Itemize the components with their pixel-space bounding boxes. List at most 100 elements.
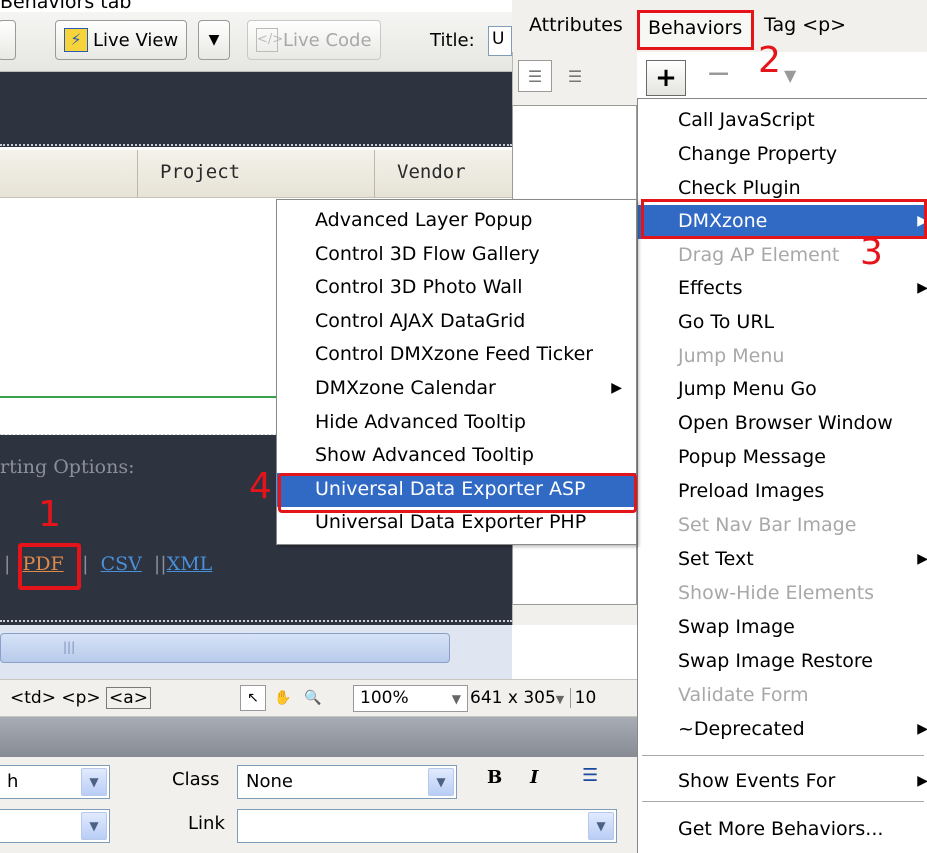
id-select[interactable]: ▼ (0, 809, 110, 843)
submenu-item[interactable]: Control AJAX DataGrid (277, 305, 636, 339)
menu-item-label: Get More Behaviors... (678, 818, 884, 840)
menu-item-label: Effects (678, 277, 743, 299)
lightning-icon: ⚡ (64, 28, 88, 52)
annotation-box-dmxzone (641, 199, 927, 239)
export-options-label: rting Options: (0, 456, 135, 478)
menu-item[interactable]: Call JavaScript (638, 104, 927, 138)
bold-button[interactable]: B (487, 767, 502, 788)
menu-item[interactable]: Go To URL (638, 306, 927, 340)
submenu-item-label: Hide Advanced Tooltip (315, 410, 526, 433)
zoom-value: 100% (360, 688, 409, 708)
menu-separator (642, 755, 924, 756)
code-view-button[interactable] (0, 20, 16, 60)
menu-item[interactable]: Show Events For ▶ (638, 765, 927, 799)
menu-item[interactable]: Open Browser Window (638, 407, 927, 441)
code-icon: </> (256, 28, 283, 52)
tab-attributes[interactable]: Attributes (529, 14, 623, 36)
show-all-events-icon[interactable]: ☰ (558, 60, 592, 92)
window-size-select[interactable]: 641 x 305▼ 10 (470, 688, 597, 708)
menu-item-label: Swap Image Restore (678, 650, 873, 672)
menu-item-label: Drag AP Element (678, 244, 840, 266)
live-view-dropdown-button[interactable]: ▼ (198, 20, 230, 60)
column-divider (137, 150, 138, 198)
submenu-item[interactable]: Show Advanced Tooltip (277, 439, 636, 473)
submenu-item-label: Show Advanced Tooltip (315, 444, 534, 467)
column-header-project: Project (160, 161, 241, 183)
menu-item-label: Show Events For (678, 770, 836, 792)
triangle-right-icon: ▶ (917, 280, 927, 296)
tag-td[interactable]: <td> (10, 688, 56, 708)
submenu-item-label: Advanced Layer Popup (315, 209, 533, 231)
menu-item[interactable]: Swap Image Restore (638, 645, 927, 679)
submenu-item[interactable]: DMXzone Calendar ▶ (277, 372, 636, 406)
annotation-box-exporter (278, 473, 637, 513)
live-view-button[interactable]: ⚡ Live View (55, 20, 188, 60)
menu-item-label: Jump Menu (678, 345, 785, 367)
tag-p[interactable]: <p> (61, 688, 100, 708)
chevron-down-icon: ▼ (428, 768, 454, 796)
menu-item-label: Swap Image (678, 616, 795, 638)
list-icon[interactable]: ☰ (582, 765, 598, 786)
menu-item[interactable]: Effects ▶ (638, 272, 927, 306)
add-behavior-button[interactable]: + (646, 60, 686, 96)
zoom-icon[interactable]: 🔍 (300, 685, 326, 711)
csv-link[interactable]: CSV (101, 553, 142, 575)
download-size: 10 (569, 688, 597, 708)
italic-button[interactable]: I (530, 767, 538, 788)
xml-link[interactable]: XML (167, 553, 213, 575)
title-label: Title: (430, 30, 475, 51)
menu-item-label: Check Plugin (678, 177, 801, 199)
format-select[interactable]: h ▼ (0, 765, 110, 799)
menu-item[interactable]: Change Property (638, 138, 927, 172)
step-number-4: 4 (249, 466, 272, 507)
menu-item-label: Set Nav Bar Image (678, 514, 857, 536)
menu-item[interactable]: Preload Images (638, 475, 927, 509)
submenu-item[interactable]: Control DMXzone Feed Ticker (277, 338, 636, 372)
menu-item: Jump Menu (638, 340, 927, 374)
chevron-down-icon: ▼ (81, 812, 107, 840)
menu-item[interactable]: Jump Menu Go (638, 373, 927, 407)
live-code-button[interactable]: </> Live Code (247, 20, 381, 60)
menu-item[interactable]: ~Deprecated ▶ (638, 713, 927, 747)
canvas-dark-top (0, 72, 512, 147)
zoom-tools: ↖ ✋ 🔍 (240, 685, 326, 711)
step-number-1: 1 (38, 494, 61, 535)
title-input[interactable]: U (488, 26, 512, 56)
menu-item[interactable]: Set Text ▶ (638, 543, 927, 577)
show-set-events-icon[interactable]: ☰ (518, 60, 552, 92)
menu-separator (642, 801, 924, 802)
document-toolbar: ⚡ Live View ▼ </> Live Code Title: U (0, 12, 512, 72)
submenu-item[interactable]: Hide Advanced Tooltip (277, 406, 636, 440)
link-input[interactable]: ▼ (237, 809, 617, 843)
pointer-icon[interactable]: ↖ (240, 685, 266, 711)
menu-item-label: Change Property (678, 143, 838, 165)
scrollbar-thumb[interactable]: ||| (0, 633, 450, 663)
class-select[interactable]: None ▼ (237, 765, 457, 799)
menu-item: Show-Hide Elements (638, 577, 927, 611)
submenu-item[interactable]: Control 3D Flow Gallery (277, 238, 636, 272)
menu-item-label: Validate Form (678, 684, 809, 706)
column-divider (374, 150, 375, 198)
hand-icon[interactable]: ✋ (270, 685, 296, 711)
chevron-down-icon: ▼ (208, 32, 220, 48)
remove-behavior-button[interactable]: − (706, 56, 731, 91)
menu-item-label: Show-Hide Elements (678, 582, 875, 604)
submenu-item[interactable]: Advanced Layer Popup (277, 204, 636, 238)
tab-behaviors[interactable]: Behaviors (637, 10, 754, 50)
menu-item[interactable]: Swap Image (638, 611, 927, 645)
menu-item-label: Popup Message (678, 446, 826, 468)
tab-tag[interactable]: Tag <p> (764, 14, 846, 36)
menu-item[interactable]: Get More Behaviors... (638, 813, 927, 847)
chevron-down-icon[interactable]: ▼ (784, 66, 796, 85)
horizontal-scrollbar[interactable]: ||| (0, 625, 512, 679)
tag-a[interactable]: <a> (106, 687, 151, 709)
zoom-select[interactable]: 100% ▼ (353, 685, 468, 712)
submenu-item[interactable]: Control 3D Photo Wall (277, 271, 636, 305)
submenu-item-label: DMXzone Calendar (315, 377, 496, 399)
step-number-3: 3 (860, 232, 883, 273)
live-code-label: Live Code (283, 29, 372, 51)
triangle-right-icon: ▶ (917, 551, 927, 567)
submenu-item-label: Control DMXzone Feed Ticker (315, 343, 594, 366)
menu-item-label: Go To URL (678, 311, 775, 333)
menu-item[interactable]: Popup Message (638, 441, 927, 475)
